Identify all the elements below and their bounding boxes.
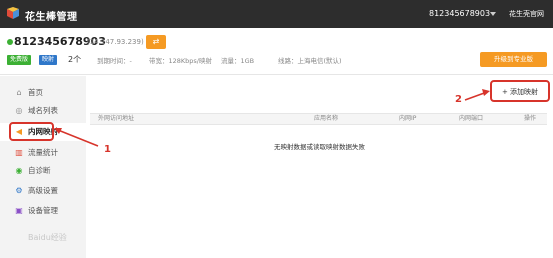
app-title: 花生棒管理 <box>25 12 78 23</box>
sidebar: ⌂ 首页 ◎ 域名列表 ◀ 内网映射 ▥ 流量统计 ◉ 自诊断 ⚙ 高级设置 ▣… <box>0 76 86 258</box>
sidebar-item-label: 域名列表 <box>28 106 58 115</box>
upgrade-button[interactable]: 升级到专业版 <box>480 52 547 67</box>
globe-icon: ◎ <box>15 106 23 115</box>
gear-icon: ⚙ <box>15 186 23 195</box>
mapping-badge: 映射 <box>39 55 58 65</box>
top-bar: 花生棒管理 812345678903 花生壳官网 <box>0 0 553 28</box>
header-divider <box>0 74 553 75</box>
sidebar-item-home[interactable]: ⌂ 首页 <box>0 84 86 102</box>
sidebar-item-label: 设备管理 <box>28 206 58 215</box>
bar-chart-icon: ▥ <box>15 148 23 157</box>
add-mapping-button[interactable]: + 添加映射 <box>492 84 548 100</box>
traffic: 流量：1GB <box>221 57 255 65</box>
diagnose-icon: ◉ <box>15 166 23 175</box>
watermark: Baidu经验 <box>28 233 67 242</box>
chevron-down-icon[interactable] <box>490 12 496 16</box>
col-header: 内网端口 <box>459 115 484 122</box>
swap-icon: ⇄ <box>152 37 160 46</box>
mapping-count: 2个 <box>68 55 82 64</box>
swap-button[interactable]: ⇄ <box>146 35 166 49</box>
online-status-icon <box>7 39 13 45</box>
annotation-box-1 <box>9 122 54 141</box>
empty-state-message: 无映射数据或读取映射数据失败 <box>274 143 365 151</box>
free-edition-badge: 免费版 <box>7 55 32 65</box>
annotation-number-2: 2 <box>455 94 462 105</box>
sidebar-item-label: 高级设置 <box>28 186 58 195</box>
expire-time: 到期时间：- <box>97 57 132 65</box>
sidebar-item-label: 自诊断 <box>28 166 51 175</box>
official-site-link[interactable]: 花生壳官网 <box>509 9 544 19</box>
sidebar-item-advanced[interactable]: ⚙ 高级设置 <box>0 182 86 200</box>
col-header: 操作 <box>524 115 537 122</box>
col-header: 内网IP <box>399 115 417 122</box>
table-header: 外网访问地址 应用名称 内网IP 内网端口 操作 <box>90 113 547 125</box>
line: 线路：上海电信(默认) <box>278 57 342 65</box>
annotation-arrow-2 <box>464 89 490 101</box>
sidebar-item-diagnose[interactable]: ◉ 自诊断 <box>0 162 86 180</box>
sidebar-item-label: 首页 <box>28 88 43 97</box>
col-header: 应用名称 <box>314 115 339 122</box>
bandwidth: 带宽：128Kbps/映射 <box>149 57 212 65</box>
device-icon: ▣ <box>15 206 23 215</box>
account-menu[interactable]: 812345678903 <box>429 9 490 18</box>
home-icon: ⌂ <box>16 88 22 97</box>
sidebar-item-device[interactable]: ▣ 设备管理 <box>0 202 86 220</box>
logo-icon <box>7 7 19 19</box>
annotation-number-1: 1 <box>104 144 111 155</box>
col-header: 外网访问地址 <box>98 115 135 122</box>
device-ip: (14.147.93.239) <box>87 38 144 46</box>
sidebar-item-domains[interactable]: ◎ 域名列表 <box>0 102 86 120</box>
annotation-arrow-1 <box>54 128 99 147</box>
